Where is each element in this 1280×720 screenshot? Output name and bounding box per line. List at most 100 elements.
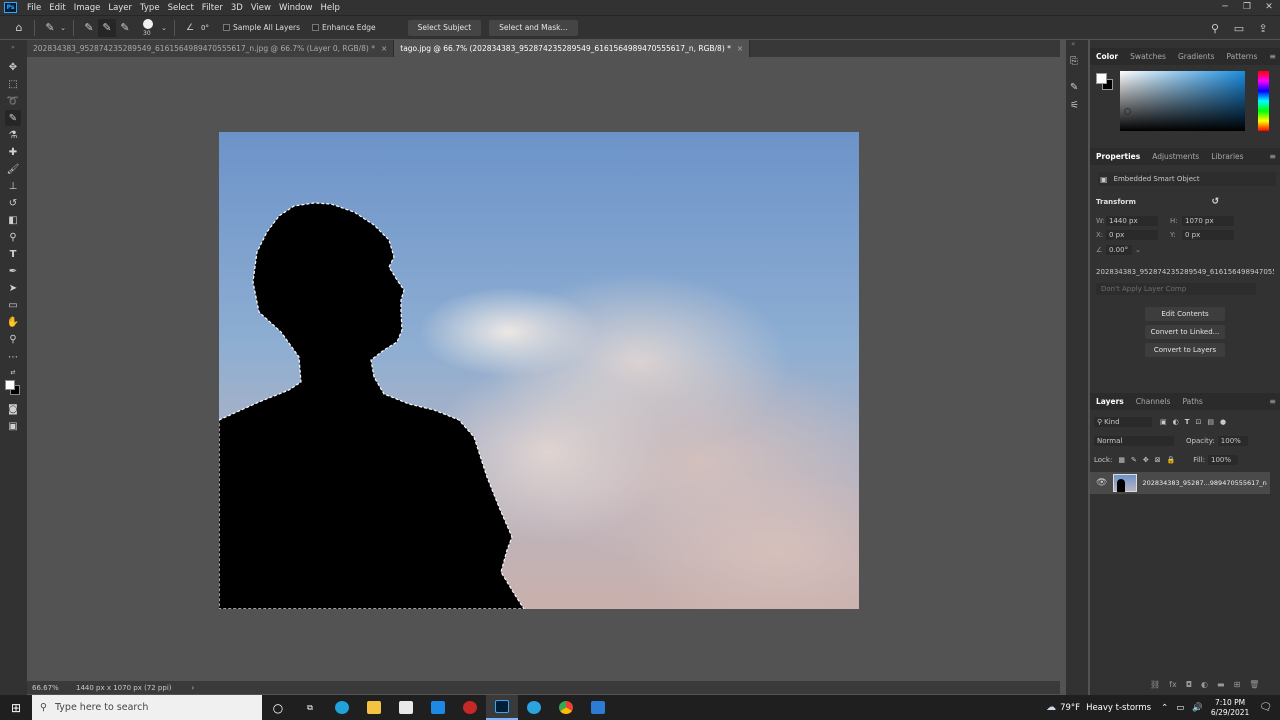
edit-contents-button[interactable]: Edit Contents — [1145, 307, 1225, 321]
x-field[interactable]: 0 px — [1106, 230, 1158, 240]
foreground-color-swatch[interactable] — [1096, 73, 1107, 84]
quick-selection-tool-icon[interactable]: ✎ — [5, 110, 21, 126]
tab-document-tago[interactable]: tago.jpg @ 66.7% (202834383_952874235289… — [394, 40, 751, 57]
tab-swatches[interactable]: Swatches — [1124, 52, 1172, 61]
lock-position-icon[interactable]: ✥ — [1143, 456, 1149, 464]
menu-layer[interactable]: Layer — [104, 3, 136, 13]
volume-icon[interactable]: 🔊 — [1192, 703, 1203, 713]
fx-icon[interactable]: fx — [1169, 680, 1177, 689]
fill-field[interactable]: 100% — [1208, 455, 1239, 465]
photos-icon[interactable] — [582, 695, 614, 720]
lock-transparent-icon[interactable]: ▦ — [1118, 456, 1125, 464]
reset-icon[interactable]: ↺ — [1211, 197, 1219, 207]
tab-patterns[interactable]: Patterns — [1221, 52, 1264, 61]
clock[interactable]: 7:10 PM 6/29/2021 — [1211, 698, 1249, 718]
telegram-icon[interactable] — [518, 695, 550, 720]
tab-color[interactable]: Color — [1090, 52, 1124, 61]
color-swatches[interactable] — [1096, 73, 1114, 91]
edge-icon[interactable] — [326, 695, 358, 720]
opacity-field[interactable]: 100% — [1217, 436, 1248, 446]
restore-icon[interactable]: ❐ — [1236, 0, 1258, 15]
tab-channels[interactable]: Channels — [1130, 397, 1177, 406]
collapse-icon[interactable]: « — [1071, 40, 1075, 48]
menu-window[interactable]: Window — [275, 3, 317, 13]
minimize-icon[interactable]: ─ — [1214, 0, 1236, 15]
taskbar-search[interactable]: ⚲ Type here to search — [32, 695, 262, 720]
close-icon[interactable]: × — [381, 44, 387, 53]
color-swatches[interactable] — [5, 380, 21, 396]
swap-colors-icon[interactable]: ⇄ — [5, 364, 21, 380]
workspace-icon[interactable]: ▭ — [1230, 19, 1248, 37]
close-icon[interactable]: ✕ — [1258, 0, 1280, 15]
layer-name[interactable]: 202834383_95287...989470555617_n — [1142, 479, 1266, 487]
healing-brush-tool-icon[interactable]: ✚ — [5, 144, 21, 160]
chevron-down-icon[interactable]: ⌄ — [160, 19, 168, 37]
height-field[interactable]: 1070 px — [1182, 216, 1234, 226]
eraser-tool-icon[interactable]: ◧ — [5, 212, 21, 228]
history-brush-tool-icon[interactable]: ↺ — [5, 195, 21, 211]
network-icon[interactable]: ▭ — [1176, 703, 1184, 713]
y-field[interactable]: 0 px — [1182, 230, 1234, 240]
weather-temp[interactable]: 79°F — [1060, 703, 1080, 713]
smart-object-filter-icon[interactable]: ▤ — [1207, 418, 1214, 426]
select-subject-button[interactable]: Select Subject — [407, 19, 482, 36]
screen-mode-icon[interactable]: ▣ — [5, 418, 21, 434]
menu-select[interactable]: Select — [164, 3, 198, 13]
enhance-edge-checkbox[interactable]: Enhance Edge — [312, 23, 376, 32]
add-to-selection-icon[interactable]: ✎ — [98, 18, 116, 37]
layer-comp-select[interactable]: Don't Apply Layer Comp — [1096, 283, 1256, 295]
add-mask-icon[interactable]: ◘ — [1186, 680, 1192, 689]
panel-menu-icon[interactable]: ≡ — [1269, 52, 1276, 61]
chrome-icon[interactable] — [550, 695, 582, 720]
hue-slider[interactable] — [1258, 71, 1269, 131]
tab-properties[interactable]: Properties — [1090, 152, 1146, 161]
collapse-icon[interactable]: » — [5, 44, 21, 51]
photoshop-taskbar-icon[interactable] — [486, 695, 518, 720]
eyedropper-tool-icon[interactable]: ⚗ — [5, 127, 21, 143]
new-selection-icon[interactable]: ✎ — [80, 19, 98, 37]
weather-cloud-icon[interactable]: ☁ — [1046, 702, 1056, 713]
sample-all-layers-checkbox[interactable]: Sample All Layers — [223, 23, 300, 32]
layer-row[interactable]: 👁 202834383_95287...989470555617_n — [1090, 472, 1270, 494]
share-icon[interactable]: ⇪ — [1254, 19, 1272, 37]
blend-mode-select[interactable]: Normal — [1094, 436, 1174, 446]
link-layers-icon[interactable]: ⛓ — [1150, 680, 1160, 689]
filter-kind-select[interactable]: ⚲ Kind — [1094, 417, 1152, 427]
pen-tool-icon[interactable]: ✒ — [5, 263, 21, 279]
document-canvas[interactable] — [219, 132, 859, 609]
status-arrow-icon[interactable]: › — [192, 684, 195, 692]
lock-image-icon[interactable]: ✎ — [1131, 456, 1137, 464]
menu-help[interactable]: Help — [317, 3, 344, 13]
move-tool-icon[interactable]: ✥ — [5, 59, 21, 75]
visibility-eye-icon[interactable]: 👁 — [1096, 478, 1107, 488]
convert-to-layers-button[interactable]: Convert to Layers — [1145, 343, 1225, 357]
mail-icon[interactable] — [422, 695, 454, 720]
menu-view[interactable]: View — [247, 3, 275, 13]
color-field[interactable] — [1120, 71, 1245, 131]
menu-filter[interactable]: Filter — [198, 3, 227, 13]
windows-start-icon[interactable]: ⊞ — [0, 695, 32, 720]
tab-adjustments[interactable]: Adjustments — [1146, 152, 1205, 161]
brush-tool-icon[interactable]: 🖌 — [5, 161, 21, 177]
panel-menu-icon[interactable]: ≡ — [1269, 397, 1276, 406]
pixel-filter-icon[interactable]: ▣ — [1160, 418, 1167, 426]
cortana-icon[interactable]: ○ — [262, 695, 294, 720]
more-tools-icon[interactable]: ⋯ — [5, 349, 21, 365]
tab-gradients[interactable]: Gradients — [1172, 52, 1221, 61]
task-view-icon[interactable]: ⧉ — [294, 695, 326, 720]
brush-settings-icon[interactable]: ✎ — [1070, 82, 1078, 93]
home-icon[interactable]: ⌂ — [10, 19, 28, 37]
zoom-level[interactable]: 66.67% — [32, 684, 72, 692]
convert-to-linked-button[interactable]: Convert to Linked... — [1145, 325, 1225, 339]
chevron-down-icon[interactable]: ⌄ — [59, 19, 67, 37]
rectangle-tool-icon[interactable]: ▭ — [5, 297, 21, 313]
dodge-tool-icon[interactable]: ⚲ — [5, 229, 21, 245]
adjustments-icon[interactable]: ⚟ — [1070, 100, 1079, 111]
history-panel-icon[interactable]: ⎘ — [1070, 56, 1078, 67]
tab-paths[interactable]: Paths — [1176, 397, 1208, 406]
angle-value[interactable]: 0° — [201, 24, 217, 32]
shape-filter-icon[interactable]: ⊡ — [1196, 418, 1202, 426]
media-app-icon[interactable] — [454, 695, 486, 720]
brush-size-picker[interactable]: 30 — [138, 17, 160, 39]
lasso-tool-icon[interactable]: ➰ — [5, 93, 21, 109]
